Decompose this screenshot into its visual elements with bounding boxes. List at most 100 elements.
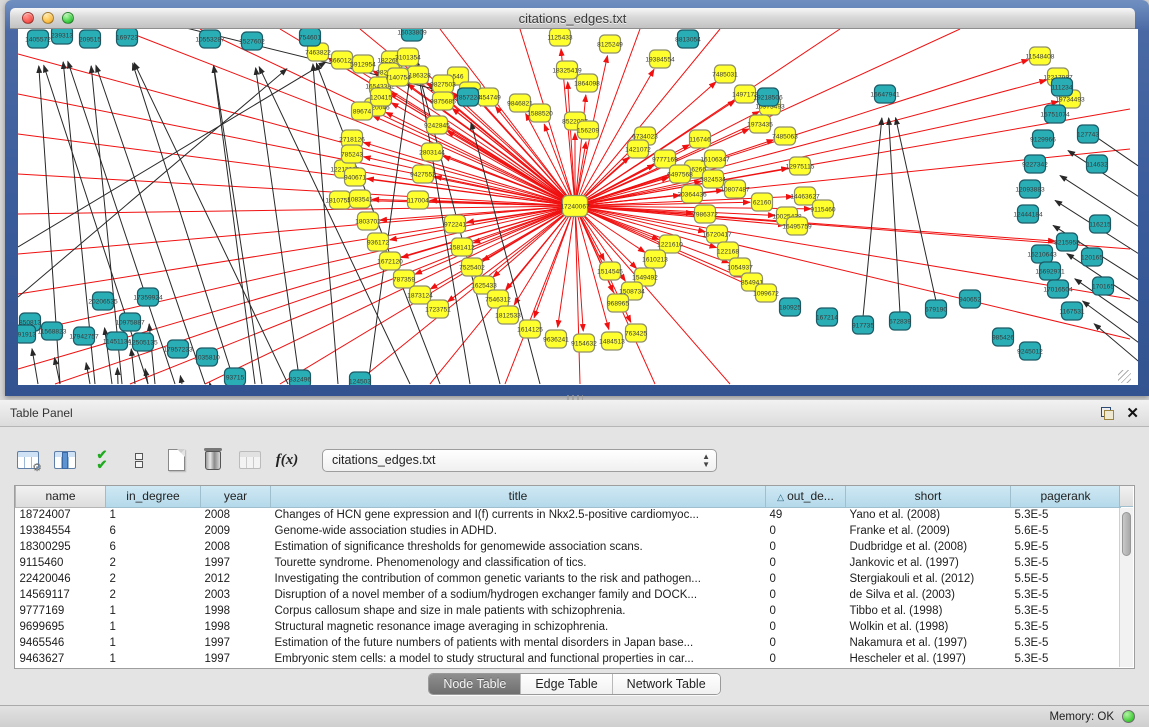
- graph-node[interactable]: 156209: [577, 121, 599, 139]
- graph-node[interactable]: 20206535: [88, 292, 118, 310]
- graph-node[interactable]: 985426: [992, 328, 1014, 346]
- new-column-icon[interactable]: [162, 446, 190, 474]
- graph-node[interactable]: 1610213: [642, 250, 668, 268]
- graph-node[interactable]: 1099672: [753, 284, 779, 302]
- graph-node[interactable]: 20364436: [677, 185, 707, 203]
- function-builder-icon[interactable]: f(x): [273, 446, 301, 474]
- graph-node[interactable]: 972241: [444, 215, 466, 233]
- network-canvas[interactable]: 7463822866012859129541822605898275088186…: [18, 29, 1138, 385]
- graph-node[interactable]: 2803144: [419, 143, 445, 161]
- graph-node[interactable]: 936172: [367, 233, 389, 251]
- graph-node[interactable]: 679190: [925, 300, 947, 318]
- graph-node[interactable]: 9636241: [543, 330, 569, 348]
- column-header-out_de[interactable]: △out_de...: [766, 486, 846, 507]
- graph-node[interactable]: 832496: [289, 370, 311, 385]
- graph-node[interactable]: 16647941: [870, 85, 900, 103]
- graph-node[interactable]: 1723751: [425, 300, 451, 318]
- graph-node[interactable]: 1864098: [574, 74, 600, 92]
- graph-node[interactable]: 17957233: [163, 340, 193, 358]
- graph-node[interactable]: 1614125: [517, 320, 543, 338]
- graph-node[interactable]: 1405572: [25, 30, 51, 48]
- graph-node[interactable]: 12444184: [1013, 205, 1043, 223]
- graph-node[interactable]: 1672120: [377, 252, 403, 270]
- graph-node[interactable]: 7986372: [692, 205, 718, 223]
- graph-node[interactable]: 9242845: [424, 116, 450, 134]
- graph-node[interactable]: 11451134: [103, 332, 132, 350]
- graph-node[interactable]: 940671: [344, 168, 366, 186]
- table-row[interactable]: 2242004622012Investigating the contribut…: [16, 571, 1121, 587]
- graph-node[interactable]: 6497568: [667, 165, 693, 183]
- graph-node[interactable]: 120415: [370, 88, 392, 106]
- graph-node[interactable]: 763425: [625, 324, 647, 342]
- minimize-window-button[interactable]: [42, 12, 54, 24]
- graph-node[interactable]: 672839: [889, 312, 911, 330]
- graph-node[interactable]: 7485063: [772, 127, 798, 145]
- graph-node[interactable]: 114632: [1086, 155, 1108, 173]
- graph-node[interactable]: 12505135: [128, 333, 158, 351]
- graph-node[interactable]: 1581412: [449, 238, 475, 256]
- graph-node[interactable]: 11568823: [38, 322, 67, 340]
- graph-node[interactable]: 16106347: [700, 150, 730, 168]
- selection-mode-icon[interactable]: [125, 446, 153, 474]
- graph-node[interactable]: 116215: [1089, 215, 1111, 233]
- combobox-stepper-icon[interactable]: ▲ ▼: [702, 453, 710, 469]
- graph-node[interactable]: 9245012: [1017, 342, 1043, 360]
- graph-node[interactable]: 169723: [116, 29, 138, 46]
- graph-node[interactable]: 93715: [225, 368, 246, 385]
- column-header-in_degree[interactable]: in_degree: [106, 486, 201, 507]
- graph-node[interactable]: 9115460: [810, 200, 836, 218]
- graph-node[interactable]: 3101354: [395, 48, 421, 66]
- graph-node[interactable]: 968965: [607, 294, 629, 312]
- graph-node[interactable]: 9827503: [430, 75, 456, 93]
- graph-node[interactable]: 10553287: [195, 30, 225, 48]
- graph-node[interactable]: 1973435: [747, 115, 773, 133]
- table-row[interactable]: 1456911722003Disruption of a novel membe…: [16, 587, 1121, 603]
- graph-node[interactable]: 7546312: [485, 290, 511, 308]
- graph-node[interactable]: 1588520: [527, 104, 553, 122]
- select-all-icon[interactable]: ✔✔: [88, 446, 116, 474]
- graph-node[interactable]: 1167531: [1059, 302, 1085, 320]
- table-row[interactable]: 1938455462009Genome-wide association stu…: [16, 523, 1121, 539]
- graph-node[interactable]: 239313: [51, 29, 73, 44]
- graph-node[interactable]: 16210643: [1027, 245, 1057, 263]
- graph-node[interactable]: 117004: [407, 191, 429, 209]
- graph-node[interactable]: 1083541: [347, 190, 373, 208]
- column-header-pagerank[interactable]: pagerank: [1011, 486, 1121, 507]
- graph-node[interactable]: 17359924: [133, 288, 163, 306]
- graph-node[interactable]: 8125249: [597, 35, 623, 53]
- graph-node[interactable]: 1514545: [597, 262, 623, 280]
- graph-node[interactable]: 754601: [299, 29, 321, 46]
- graph-node[interactable]: 17942757: [69, 327, 99, 345]
- graph-node[interactable]: 940652: [959, 290, 981, 308]
- graph-node[interactable]: 1812533: [495, 306, 521, 324]
- window-resize-grip[interactable]: [1118, 370, 1131, 383]
- graph-node[interactable]: 19384554: [645, 50, 675, 68]
- graph-node[interactable]: 120165: [1081, 248, 1103, 266]
- graph-node[interactable]: 1527602: [239, 32, 265, 50]
- graph-node[interactable]: 11548408: [1026, 47, 1055, 65]
- graph-node[interactable]: 111234: [1051, 78, 1072, 96]
- graph-node[interactable]: 167214: [816, 308, 838, 326]
- graph-node[interactable]: 1125433: [547, 29, 573, 46]
- close-window-button[interactable]: [22, 12, 34, 24]
- graph-node[interactable]: 124503: [349, 372, 371, 385]
- graph-node[interactable]: 1421072: [625, 140, 651, 158]
- graph-node[interactable]: 89674: [352, 102, 373, 120]
- graph-node[interactable]: 62160: [752, 193, 773, 211]
- table-row[interactable]: 1872400712008Changes of HCN gene express…: [16, 507, 1121, 523]
- graph-node[interactable]: 17240067: [560, 196, 590, 217]
- graph-node[interactable]: 1484513: [599, 332, 625, 350]
- memory-status-icon[interactable]: [1122, 710, 1135, 723]
- tab-network-table[interactable]: Network Table: [613, 674, 720, 694]
- column-header-short[interactable]: short: [846, 486, 1011, 507]
- graph-node[interactable]: 127743: [1077, 125, 1099, 143]
- graph-node[interactable]: 9129966: [1030, 130, 1056, 148]
- graph-node[interactable]: 1803702: [355, 212, 381, 230]
- graph-node[interactable]: 122168: [717, 242, 739, 260]
- graph-node[interactable]: 8215958: [1054, 233, 1080, 251]
- float-panel-icon[interactable]: [1101, 407, 1114, 420]
- table-row[interactable]: 977716911998Corpus callosum shape and si…: [16, 603, 1121, 619]
- table-row[interactable]: 946362711997Embryonic stem cells: a mode…: [16, 651, 1121, 667]
- column-header-name[interactable]: name: [16, 486, 106, 507]
- table-row[interactable]: 1830029562008Estimation of significance …: [16, 539, 1121, 555]
